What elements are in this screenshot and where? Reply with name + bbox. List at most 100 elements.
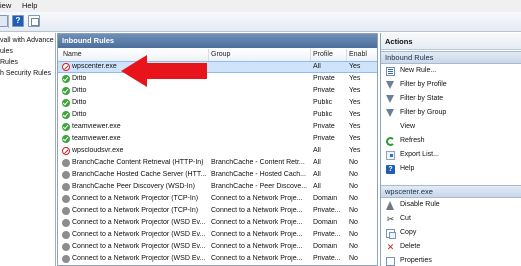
action-filter-by-group[interactable]: Filter by Group [381,106,521,120]
rule-group: Connect to a Network Proje... [211,195,303,202]
column-separator[interactable] [310,49,311,61]
tree-item-inbound[interactable]: ules [0,48,13,55]
red-arrow-annotation [121,55,207,87]
rule-row[interactable]: Connect to a Network Projector (TCP-In) C… [58,206,377,216]
allow-rule-icon [62,75,70,83]
column-separator[interactable] [346,49,347,61]
export-icon [386,151,395,160]
rule-row[interactable]: Connect to a Network Projector (WSD Ev..… [58,230,377,240]
block-rule-icon [62,63,70,71]
actions-pane: Actions Inbound Rules New Rule... Filter … [380,33,521,266]
column-profile[interactable]: Profile [313,51,333,58]
disable-icon [386,201,394,210]
column-name[interactable]: Name [63,51,82,58]
column-separator[interactable] [208,49,209,61]
tree-item-connection-security[interactable]: h Security Rules [0,70,51,77]
action-label: Disable Rule [400,201,440,208]
rule-row[interactable]: Connect to a Network Projector (WSD Ev..… [58,218,377,228]
rule-name: Ditto [72,87,87,94]
rule-profile: Private... [313,231,341,238]
rule-profile: Private... [313,207,341,214]
rule-row[interactable]: wpscenter.exe All Yes [58,61,377,73]
disabled-rule-icon [62,207,70,215]
help-icon[interactable]: ? [12,15,24,27]
rule-row[interactable]: Connect to a Network Projector (TCP-In) C… [58,194,377,204]
rule-row[interactable]: Ditto Private Yes [58,86,377,96]
action-filter-by-profile[interactable]: Filter by Profile [381,78,521,92]
menu-bar: iew Help [0,0,521,12]
block-rule-icon [62,147,70,155]
column-enabled[interactable]: Enabl [349,51,367,58]
action-disable-rule[interactable]: Disable Rule [381,198,521,212]
rule-enabled: No [349,159,358,166]
action-refresh[interactable]: Refresh [381,134,521,148]
disabled-rule-icon [62,183,70,191]
rule-name: Connect to a Network Projector (WSD Ev..… [72,231,206,238]
rule-profile: All [313,159,321,166]
action-properties[interactable]: Properties [381,254,521,266]
rule-row[interactable]: BranchCache Peer Discovery (WSD-In) Branc… [58,182,377,192]
rule-row[interactable]: BranchCache Hosted Cache Server (HTT... B… [58,170,377,180]
allow-rule-icon [62,123,70,131]
action-label: Cut [400,215,411,222]
rule-name: Ditto [72,99,87,106]
rule-profile: All [313,63,321,70]
rule-name: Connect to a Network Projector (WSD Ev..… [72,255,206,262]
action-view[interactable]: View [381,120,521,134]
action-label: Properties [400,257,432,264]
rule-name: BranchCache Hosted Cache Server (HTT... [72,171,206,178]
rule-name: Connect to a Network Projector (TCP-In) [72,195,199,202]
back-icon[interactable] [0,15,8,27]
toolbar: ? [0,12,521,32]
action-help[interactable]: ? Help [381,162,521,176]
rule-group: Connect to a Network Proje... [211,231,303,238]
allow-rule-icon [62,87,70,95]
actions-section-inbound[interactable]: Inbound Rules [381,51,521,64]
action-copy[interactable]: Copy [381,226,521,240]
rule-profile: Private [313,75,335,82]
rule-row[interactable]: Ditto Public Yes [58,98,377,108]
rule-profile: Private [313,87,335,94]
column-group[interactable]: Group [211,51,230,58]
rule-profile: Domain [313,195,338,202]
rule-enabled: Yes [349,75,361,82]
action-label: Refresh [400,137,425,144]
rule-row[interactable]: Ditto Private Yes [58,74,377,84]
action-cut[interactable]: ✂ Cut [381,212,521,226]
rule-name: wpscloudsvr.exe [72,147,124,154]
show-hide-pane-icon[interactable] [28,15,40,27]
rule-enabled: No [349,183,358,190]
action-new-rule[interactable]: New Rule... [381,64,521,78]
rule-row[interactable]: wpscloudsvr.exe All Yes [58,146,377,156]
copy-icon [386,229,396,239]
props-icon [386,257,395,266]
tree-item-outbound[interactable]: Rules [0,59,18,66]
rule-row[interactable]: BranchCache Content Retrieval (HTTP-In) B… [58,158,377,168]
action-delete[interactable]: ✕ Delete [381,240,521,254]
rule-row[interactable]: Ditto Public Yes [58,110,377,120]
funnel-icon [386,109,394,117]
rule-row[interactable]: Connect to a Network Projector (WSD Ev..… [58,242,377,252]
action-label: Filter by Group [400,109,447,116]
rule-row[interactable]: teamviewer.exe Private Yes [58,134,377,144]
rule-row[interactable]: Connect to a Network Projector (WSD Ev..… [58,254,377,264]
disabled-rule-icon [62,243,70,251]
rule-name: Connect to a Network Projector (WSD Ev..… [72,219,206,226]
action-label: Filter by Profile [400,81,447,88]
menu-help[interactable]: Help [22,1,37,10]
arrow-shape [121,55,207,87]
rule-group: BranchCache - Content Retr... [211,159,305,166]
action-label: Export List... [400,151,439,158]
action-export-list[interactable]: Export List... [381,148,521,162]
menu-view[interactable]: iew [0,1,11,10]
rule-enabled: No [349,219,358,226]
actions-section-selected-rule[interactable]: wpscenter.exe [381,185,521,198]
action-label: Help [400,165,415,172]
action-filter-by-state[interactable]: Filter by State [381,92,521,106]
rule-enabled: No [349,243,358,250]
funnel-icon [386,95,394,103]
rule-group: Connect to a Network Proje... [211,243,303,250]
tree-item-root[interactable]: vall with Advance [0,37,54,44]
action-label: Copy [400,229,417,236]
rule-row[interactable]: teamviewer.exe Private Yes [58,122,377,132]
